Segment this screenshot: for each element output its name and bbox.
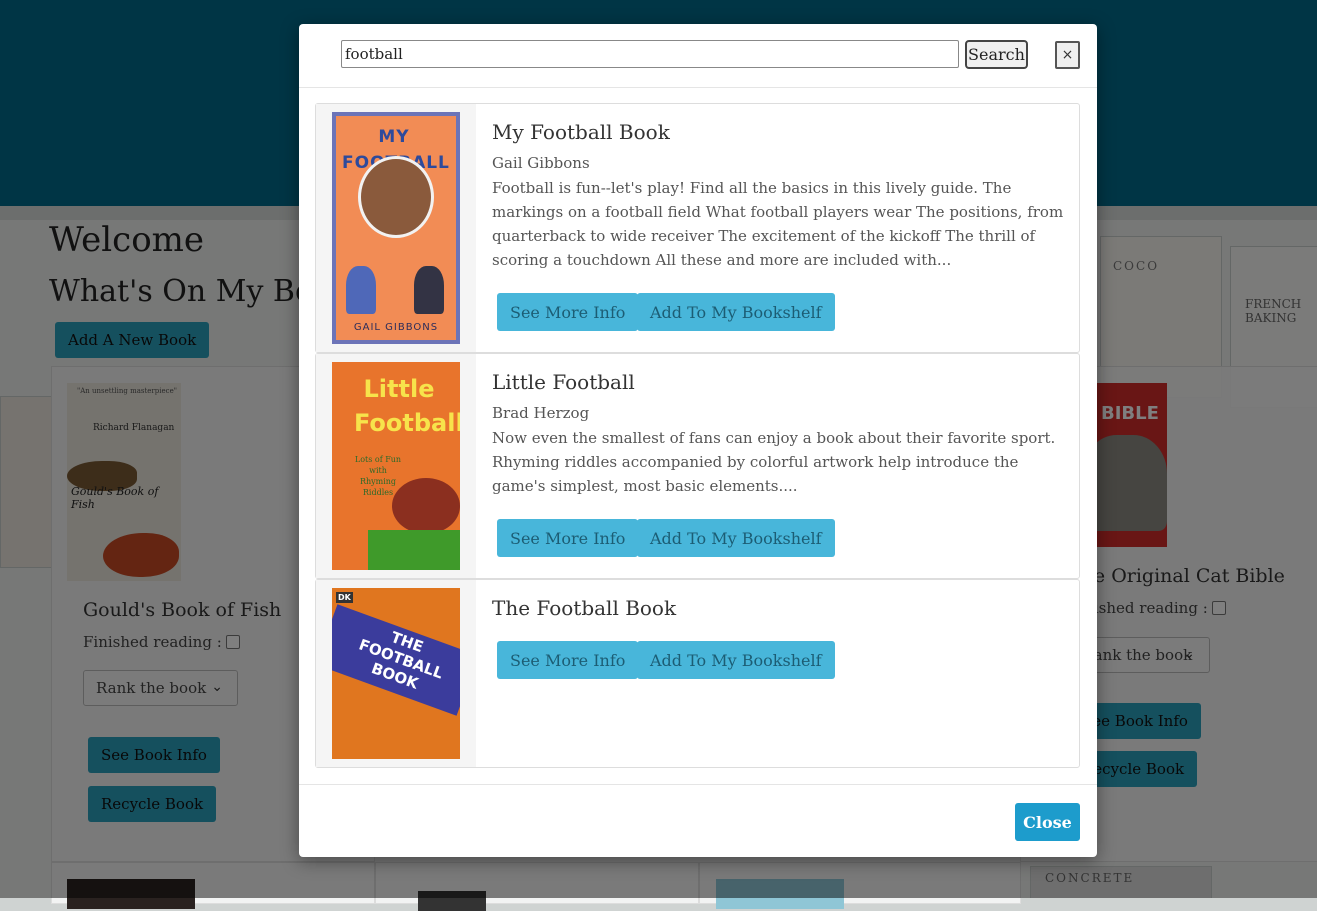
result-description: Football is fun--let's play! Find all th… — [492, 179, 1064, 269]
book-cover: Little Football Lots of Fun with Rhyming… — [332, 362, 460, 570]
book-cover: MY FOOTBALL BOOK GAIL GIBBONS — [332, 112, 460, 344]
result-title: My Football Book — [492, 120, 670, 144]
see-more-info-button[interactable]: See More Info — [497, 519, 639, 557]
search-result: Little Football Lots of Fun with Rhyming… — [315, 353, 1080, 579]
result-description: Now even the smallest of fans can enjoy … — [492, 429, 1056, 495]
search-modal: Search × MY FOOTBALL BOOK GAIL GIBBONS M… — [299, 24, 1097, 857]
player-illustration — [346, 266, 376, 314]
book-cover: DK THE FOOTBALL BOOK — [332, 588, 460, 759]
modal-footer: Close — [299, 784, 1097, 858]
close-icon[interactable]: × — [1055, 41, 1080, 69]
add-to-bookshelf-button[interactable]: Add To My Bookshelf — [637, 293, 835, 331]
see-more-info-button[interactable]: See More Info — [497, 293, 639, 331]
result-author: Gail Gibbons — [492, 154, 590, 172]
football-illustration — [392, 478, 460, 534]
modal-header: Search × — [299, 24, 1097, 88]
cover-badge: DK — [336, 592, 353, 603]
close-button[interactable]: Close — [1015, 803, 1080, 841]
add-to-bookshelf-button[interactable]: Add To My Bookshelf — [637, 519, 835, 557]
cover-title: Little Football — [354, 375, 460, 437]
result-title: The Football Book — [492, 596, 677, 620]
cover-author: GAIL GIBBONS — [353, 322, 439, 333]
search-result: DK THE FOOTBALL BOOK The Football Book S… — [315, 579, 1080, 768]
add-to-bookshelf-button[interactable]: Add To My Bookshelf — [637, 641, 835, 679]
football-illustration — [358, 156, 434, 238]
see-more-info-button[interactable]: See More Info — [497, 641, 639, 679]
grass-illustration — [368, 530, 460, 570]
result-author: Brad Herzog — [492, 404, 590, 422]
search-result: MY FOOTBALL BOOK GAIL GIBBONS My Footbal… — [315, 103, 1080, 353]
search-button[interactable]: Search — [965, 40, 1028, 69]
player-illustration — [414, 266, 444, 314]
result-title: Little Football — [492, 370, 635, 394]
search-input[interactable] — [341, 40, 959, 68]
